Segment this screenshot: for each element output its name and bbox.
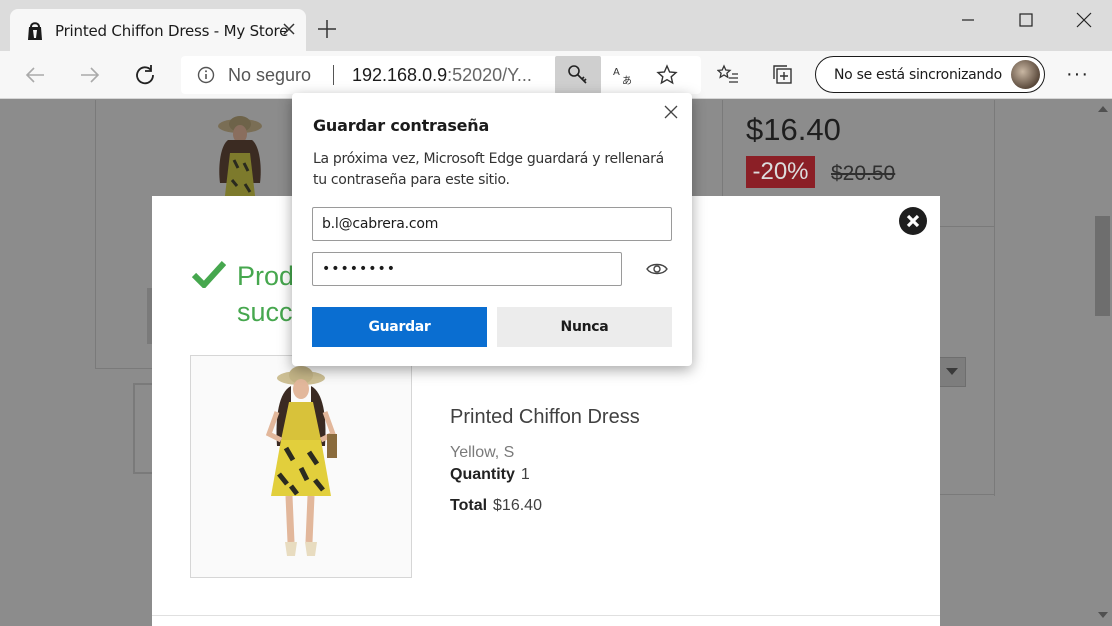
quantity-value: 1 — [520, 466, 530, 483]
info-icon[interactable] — [197, 66, 215, 84]
refresh-icon[interactable] — [134, 64, 156, 86]
maximize-icon[interactable] — [1016, 10, 1036, 30]
quantity-row: Quantity 1 — [450, 466, 530, 484]
key-icon — [568, 65, 587, 84]
total-value: $16.40 — [493, 497, 542, 514]
page-scrollbar[interactable] — [1093, 100, 1112, 626]
back-arrow-icon[interactable] — [24, 64, 46, 86]
column-border — [940, 494, 994, 495]
tab-strip: Printed Chiffon Dress - My Store — [0, 0, 1112, 52]
favorites-list-icon[interactable] — [717, 64, 739, 86]
modal-close-button[interactable] — [899, 207, 927, 235]
more-options-icon[interactable]: ··· — [1066, 63, 1089, 86]
column-border — [940, 226, 994, 227]
close-icon[interactable] — [663, 104, 679, 120]
new-tab-icon[interactable] — [317, 19, 337, 39]
thumbnail-frame — [133, 472, 152, 474]
modal-divider — [152, 615, 940, 616]
eye-icon[interactable] — [646, 261, 668, 277]
collections-icon[interactable] — [772, 64, 794, 86]
favorite-star-icon[interactable] — [656, 64, 678, 86]
browser-tab[interactable]: Printed Chiffon Dress - My Store — [10, 9, 306, 52]
dress-photo — [265, 366, 337, 556]
minimize-icon[interactable] — [958, 10, 978, 30]
checkmark-icon — [192, 260, 226, 288]
translate-icon[interactable]: A あ — [612, 64, 634, 86]
password-key-button[interactable] — [555, 56, 601, 94]
sync-status-label: No se está sincronizando — [834, 67, 1002, 83]
column-border — [994, 100, 995, 496]
product-name: Printed Chiffon Dress — [450, 406, 640, 428]
product-price: $16.40 — [746, 112, 841, 147]
column-border — [95, 100, 96, 368]
close-tab-icon[interactable] — [280, 20, 298, 38]
url-path: :52020/Y... — [447, 65, 532, 85]
forward-arrow-icon[interactable] — [79, 64, 101, 86]
quantity-label: Quantity — [450, 466, 515, 483]
thumbnail-frame — [133, 383, 152, 385]
thumbnail-frame — [133, 383, 135, 473]
scroll-down-arrow-icon[interactable] — [1098, 612, 1108, 618]
discount-badge: -20% — [746, 156, 815, 188]
not-secure-label: No seguro — [228, 65, 312, 85]
product-attributes: Yellow, S — [450, 444, 515, 461]
total-row: Total $16.40 — [450, 497, 542, 515]
chevron-down-icon — [946, 368, 958, 375]
product-thumbnail-image — [218, 116, 262, 204]
never-button[interactable]: Nunca — [497, 307, 672, 347]
address-separator — [333, 65, 334, 85]
size-select-dropdown[interactable] — [938, 357, 966, 387]
dialog-title: Guardar contraseña — [313, 116, 490, 135]
tab-title: Printed Chiffon Dress - My Store — [55, 22, 289, 40]
dialog-description: La próxima vez, Microsoft Edge guardará … — [313, 151, 664, 188]
total-label: Total — [450, 497, 488, 514]
shopping-bag-icon — [28, 22, 42, 40]
avatar — [1011, 60, 1040, 89]
column-border — [95, 368, 155, 369]
product-image — [190, 355, 412, 578]
username-field[interactable]: b.l@cabrera.com — [312, 207, 672, 241]
profile-sync-button[interactable]: No se está sincronizando — [815, 56, 1045, 93]
old-price: $20.50 — [831, 162, 896, 185]
close-window-icon[interactable] — [1074, 10, 1094, 30]
scrollbar-thumb[interactable] — [1095, 216, 1110, 316]
column-border — [722, 100, 723, 196]
close-icon — [906, 214, 920, 228]
save-password-dialog: Guardar contraseña La próxima vez, Micro… — [292, 93, 692, 366]
scroll-up-arrow-icon[interactable] — [1098, 106, 1108, 112]
url-text: 192.168.0.9:52020/Y... — [352, 65, 532, 86]
save-button[interactable]: Guardar — [312, 307, 487, 347]
url-host: 192.168.0.9 — [352, 65, 448, 85]
password-field[interactable]: •••••••• — [312, 252, 622, 286]
svg-text:あ: あ — [622, 75, 632, 86]
svg-text:A: A — [613, 67, 620, 78]
